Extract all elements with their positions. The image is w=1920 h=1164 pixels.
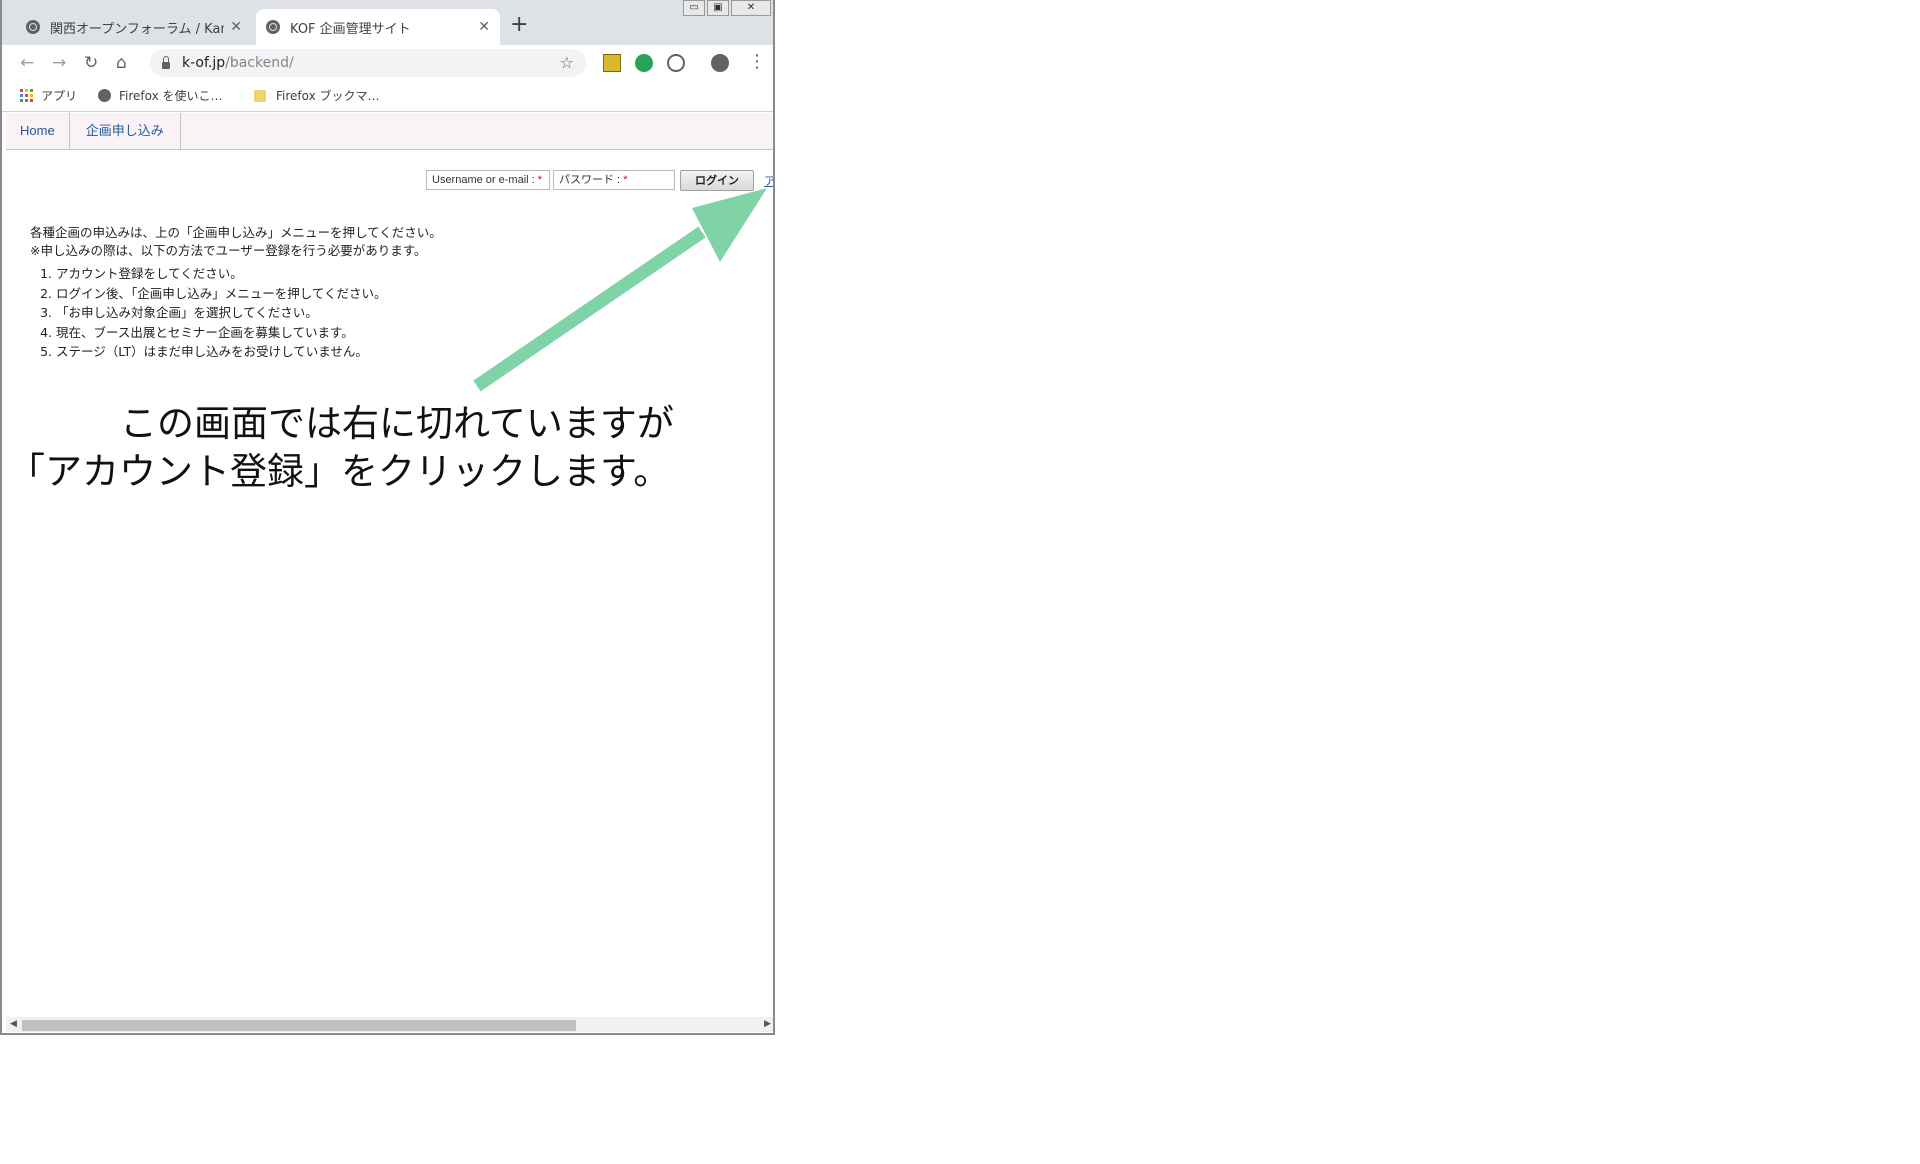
annotation-arrow (473, 188, 767, 392)
browser-window: 関西オープンフォーラム / Kans ✕ KOF 企画管理サイト ✕ + ▭ ▣… (0, 0, 775, 1035)
scrollbar-thumb[interactable] (22, 1020, 576, 1031)
horizontal-scrollbar[interactable]: ◀ ▶ (6, 1017, 773, 1032)
scroll-left-icon[interactable]: ◀ (10, 1019, 17, 1029)
scroll-right-icon[interactable]: ▶ (764, 1019, 771, 1029)
annotation-line-2: 「アカウント登録」をクリックします。 (8, 450, 671, 493)
